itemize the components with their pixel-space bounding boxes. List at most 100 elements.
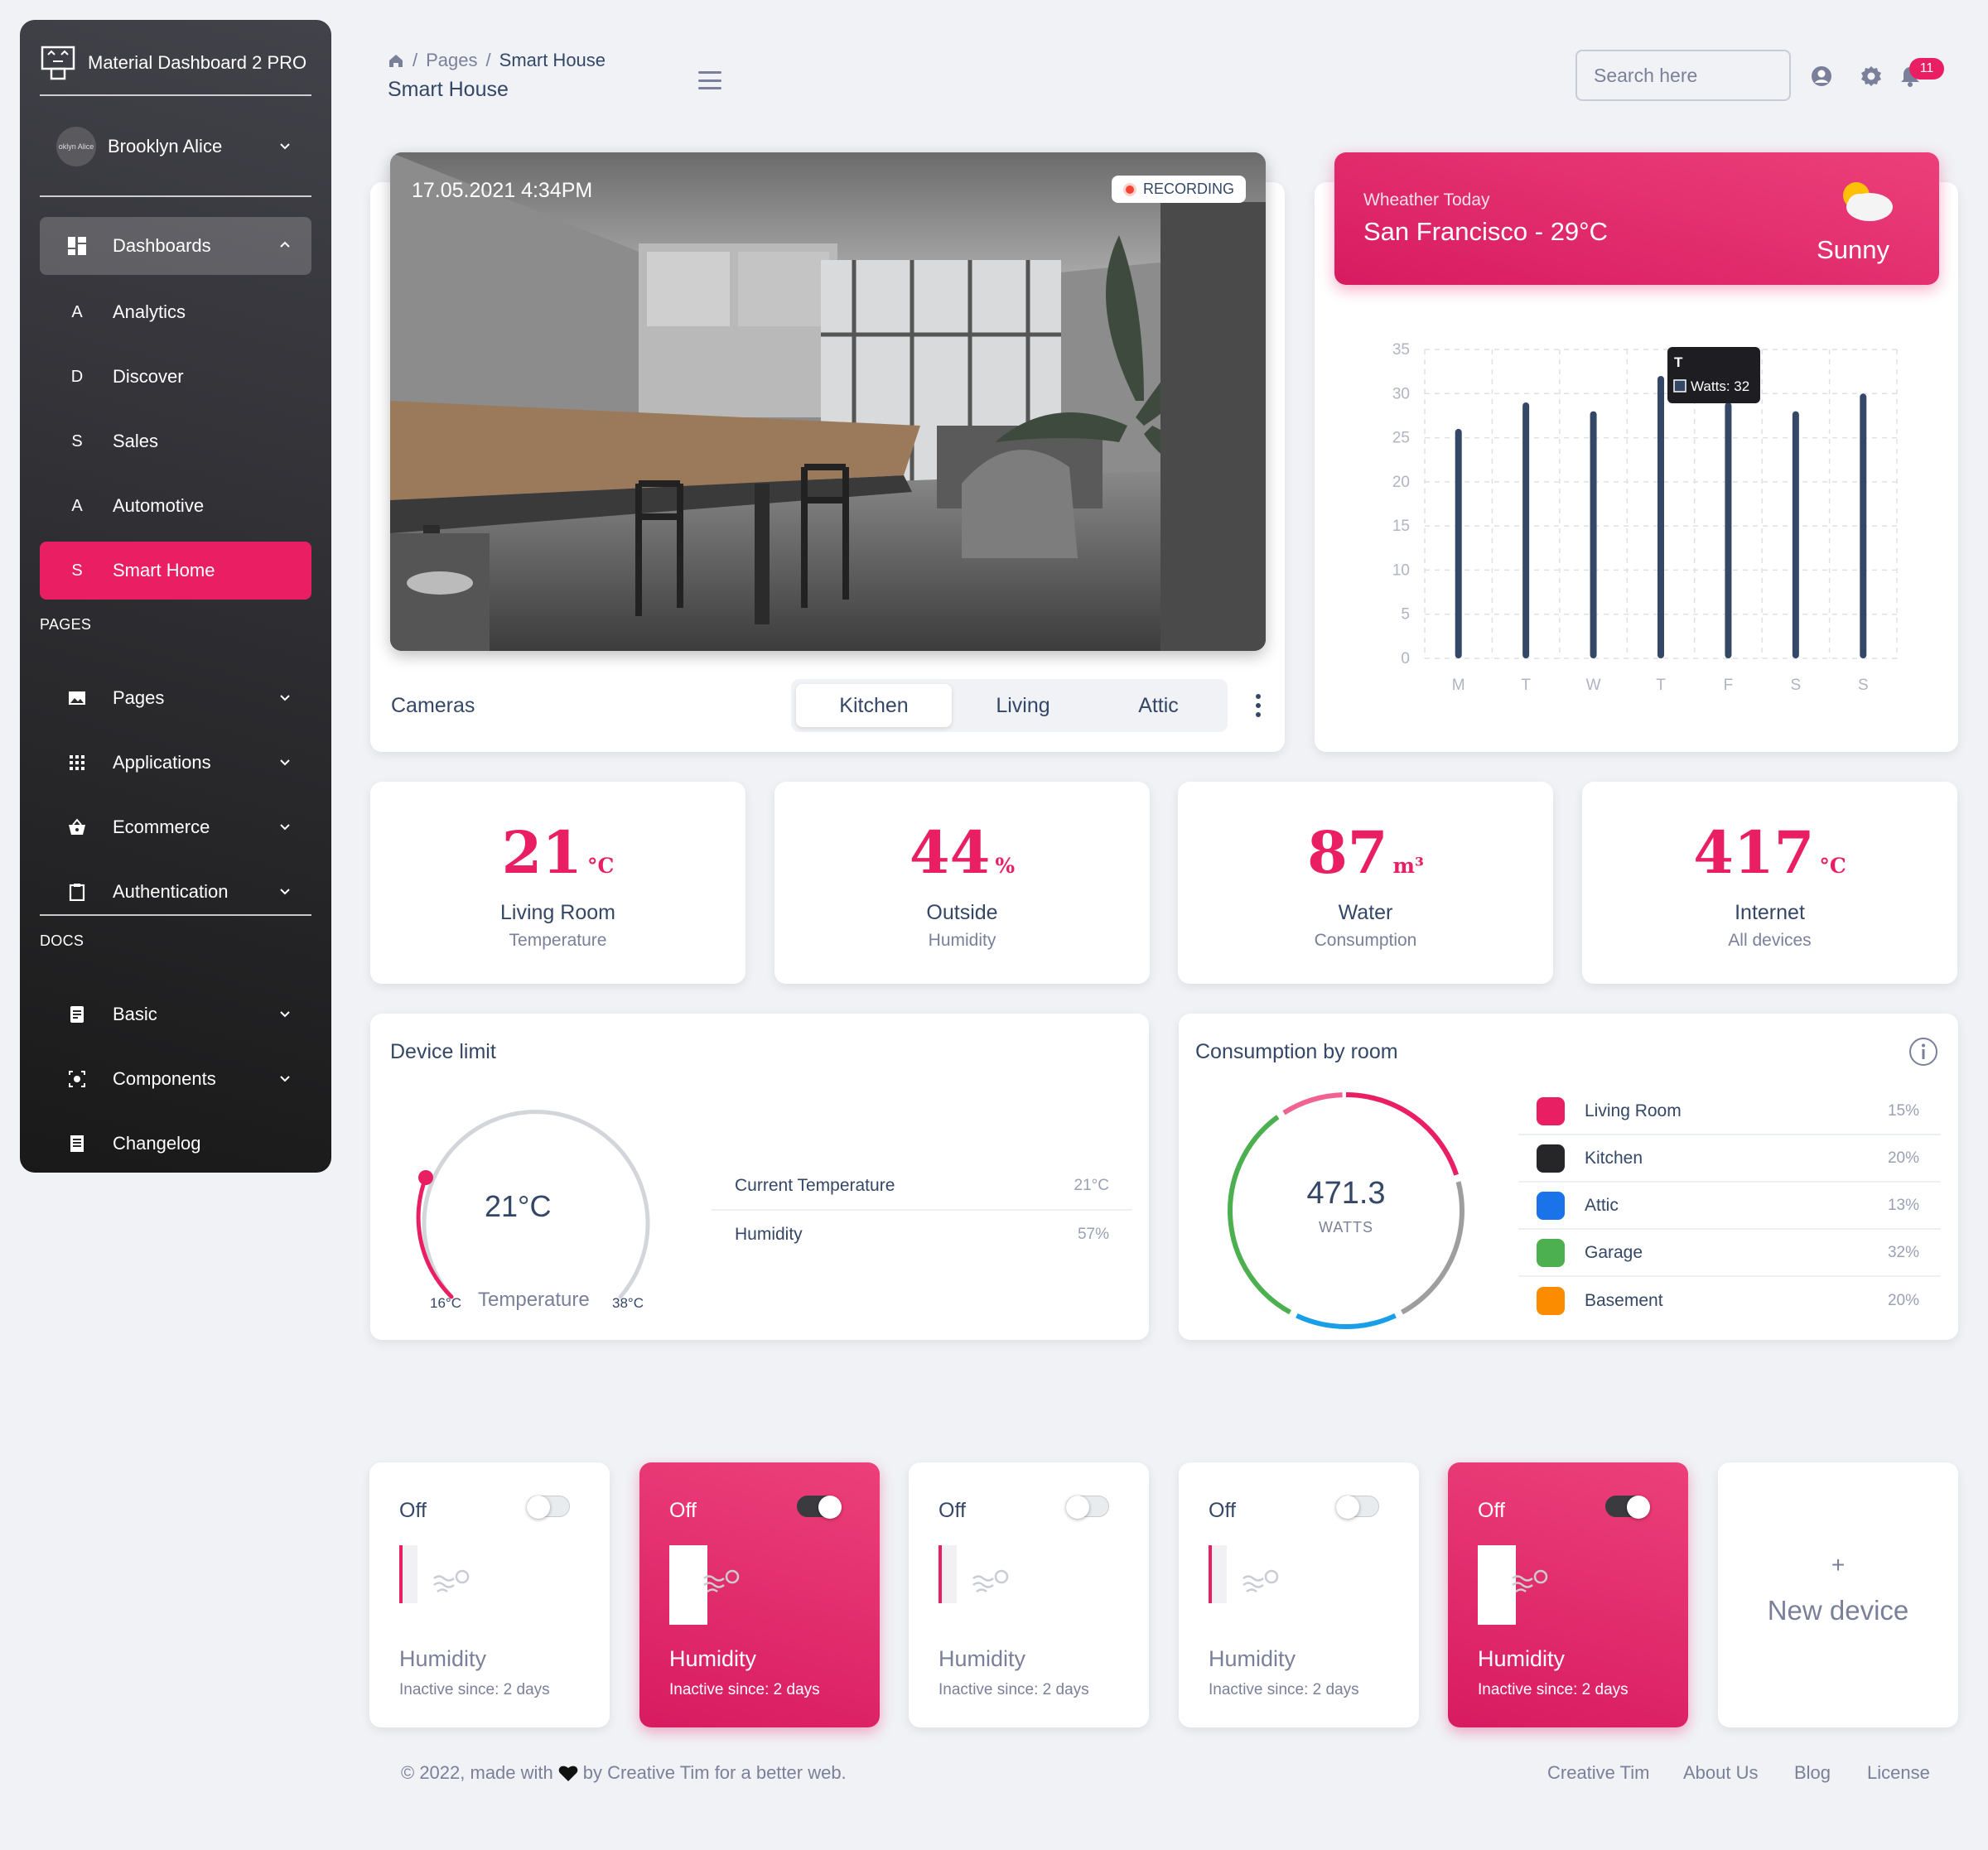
footer-link-license[interactable]: License — [1867, 1762, 1930, 1784]
brand[interactable]: Material Dashboard 2 PRO — [40, 40, 306, 86]
tooltip-swatch — [1673, 379, 1686, 393]
footer-link-about-us[interactable]: About Us — [1683, 1762, 1759, 1784]
sidebar-item-letter: A — [71, 496, 83, 515]
list-item: Garage 32% — [1518, 1230, 1941, 1277]
device-card-humidity[interactable]: Off Humidity Inactive since: 2 days — [1179, 1462, 1419, 1727]
sidebar-item-label: Automotive — [113, 495, 205, 516]
home-icon[interactable] — [388, 52, 404, 69]
device-inactive-since: Inactive since: 2 days — [1478, 1681, 1629, 1698]
menu-icon[interactable] — [698, 71, 721, 89]
sidebar-item-pages[interactable]: Pages — [40, 669, 311, 727]
camera-tabs: Kitchen Living Attic — [791, 679, 1228, 732]
device-card-humidity[interactable]: Off Humidity Inactive since: 2 days — [909, 1462, 1149, 1727]
stat-card-living-room: 21 °C Living Room Temperature — [370, 782, 746, 984]
sidebar-item-automotive[interactable]: A Automotive — [40, 477, 311, 535]
tab-living[interactable]: Living — [953, 684, 1093, 727]
section-label-docs: DOCS — [40, 932, 84, 949]
camera-timestamp: 17.05.2021 4:34PM — [412, 179, 593, 202]
donut-segment-garage — [1228, 1115, 1292, 1315]
y-tick-label: 30 — [1392, 385, 1410, 402]
device-toggle[interactable] — [1336, 1496, 1379, 1519]
search-input[interactable]: Search here — [1575, 50, 1791, 101]
sidebar-item-dashboards[interactable]: Dashboards — [40, 217, 311, 275]
chevron-down-icon — [280, 143, 290, 150]
sidebar-item-authentication[interactable]: Authentication — [40, 863, 311, 921]
sidebar-item-analytics[interactable]: A Analytics — [40, 283, 311, 341]
page-title: Smart House — [388, 78, 509, 101]
sidebar-item-components[interactable]: Components — [40, 1050, 311, 1108]
chevron-up-icon — [280, 241, 290, 248]
sidebar-item-applications[interactable]: Applications — [40, 734, 311, 792]
chart-bar — [1455, 428, 1462, 658]
device-card-humidity[interactable]: Off Humidity Inactive since: 2 days — [639, 1462, 880, 1727]
legend-swatch — [1537, 1286, 1565, 1315]
breadcrumb: / Pages / Smart House — [388, 50, 606, 71]
gauge-handle[interactable] — [418, 1170, 433, 1185]
stat-value: 21 °C — [501, 818, 615, 887]
plus-icon: + — [1831, 1552, 1846, 1578]
device-card-humidity[interactable]: Off Humidity Inactive since: 2 days — [1448, 1462, 1688, 1727]
list-item: Basement 20% — [1518, 1277, 1941, 1324]
sidebar-item-changelog[interactable]: Changelog — [40, 1115, 311, 1173]
camera-feed[interactable]: 17.05.2021 4:34PM RECORDING — [390, 152, 1266, 651]
partly-sunny-icon — [1843, 182, 1893, 221]
donut-segment-attic — [1296, 1313, 1397, 1329]
sidebar-item-ecommerce[interactable]: Ecommerce — [40, 798, 311, 856]
device-toggle[interactable] — [1066, 1496, 1109, 1519]
sidebar-item-letter: D — [70, 367, 84, 386]
donut-total: 471.3 — [1306, 1176, 1386, 1211]
legend-swatch — [1537, 1191, 1565, 1220]
device-inactive-since: Inactive since: 2 days — [939, 1681, 1089, 1698]
stat-value: 44% — [909, 818, 1016, 887]
device-toggle[interactable] — [797, 1496, 842, 1519]
device-inactive-since: Inactive since: 2 days — [669, 1681, 820, 1698]
y-tick-label: 20 — [1392, 474, 1410, 491]
tab-kitchen[interactable]: Kitchen — [796, 684, 952, 727]
sidebar-item-letter: S — [71, 431, 83, 450]
device-state: Off — [1209, 1499, 1236, 1522]
brand-name: Material Dashboard 2 PRO — [88, 52, 307, 73]
device-state: Off — [1478, 1499, 1505, 1522]
table-row: Current Temperature 21°C — [712, 1163, 1132, 1211]
chart-bar — [1792, 411, 1799, 658]
sidebar-item-label: Components — [113, 1068, 216, 1089]
tab-attic[interactable]: Attic — [1094, 684, 1223, 727]
device-card-humidity[interactable]: Off Humidity Inactive since: 2 days — [369, 1462, 610, 1727]
notification-badge: 11 — [1909, 58, 1944, 79]
stat-unit: °C — [587, 854, 615, 878]
sidebar-item-basic[interactable]: Basic — [40, 985, 311, 1043]
weather-label: Wheather Today — [1363, 190, 1490, 210]
breadcrumb-pages[interactable]: Pages — [426, 50, 477, 71]
toggle-knob — [818, 1496, 842, 1519]
info-icon[interactable] — [1908, 1037, 1938, 1067]
footer-link-blog[interactable]: Blog — [1794, 1762, 1831, 1784]
device-toggle[interactable] — [1605, 1496, 1650, 1519]
consumption-card: Consumption by room 471.3 WATTS Living R… — [1179, 1014, 1958, 1340]
sidebar-item-letter: A — [71, 302, 83, 321]
gear-icon[interactable] — [1860, 65, 1883, 88]
gauge-label: Temperature — [478, 1289, 590, 1311]
sidebar-user[interactable]: oklyn Alice Brooklyn Alice — [40, 118, 311, 176]
apps-icon — [66, 754, 88, 771]
sidebar-item-sales[interactable]: S Sales — [40, 412, 311, 470]
new-device-card[interactable]: + New device — [1718, 1462, 1958, 1727]
sidebar-item-discover[interactable]: D Discover — [40, 348, 311, 406]
x-tick-label: S — [1858, 677, 1869, 694]
more-options-icon[interactable] — [1256, 694, 1261, 717]
sidebar-item-label: Analytics — [113, 301, 186, 322]
device-name: Humidity — [669, 1646, 757, 1671]
list-item: Living Room 15% — [1518, 1088, 1941, 1135]
recording-badge: RECORDING — [1111, 176, 1246, 203]
y-tick-label: 0 — [1401, 650, 1410, 667]
humidity-icon — [1478, 1545, 1548, 1625]
clipboard-icon — [66, 883, 88, 901]
sidebar-item-smart-home[interactable]: S Smart Home — [40, 542, 311, 600]
sidebar-item-label: Authentication — [113, 881, 229, 902]
device-name: Humidity — [399, 1646, 487, 1671]
footer-link-creative-tim[interactable]: Creative Tim — [1547, 1762, 1649, 1784]
sidebar: Material Dashboard 2 PRO oklyn Alice Bro… — [20, 20, 331, 1173]
stat-title: Outside — [926, 901, 998, 924]
account-icon[interactable] — [1810, 65, 1833, 88]
device-toggle[interactable] — [527, 1496, 570, 1519]
chart-bar — [1860, 393, 1867, 658]
